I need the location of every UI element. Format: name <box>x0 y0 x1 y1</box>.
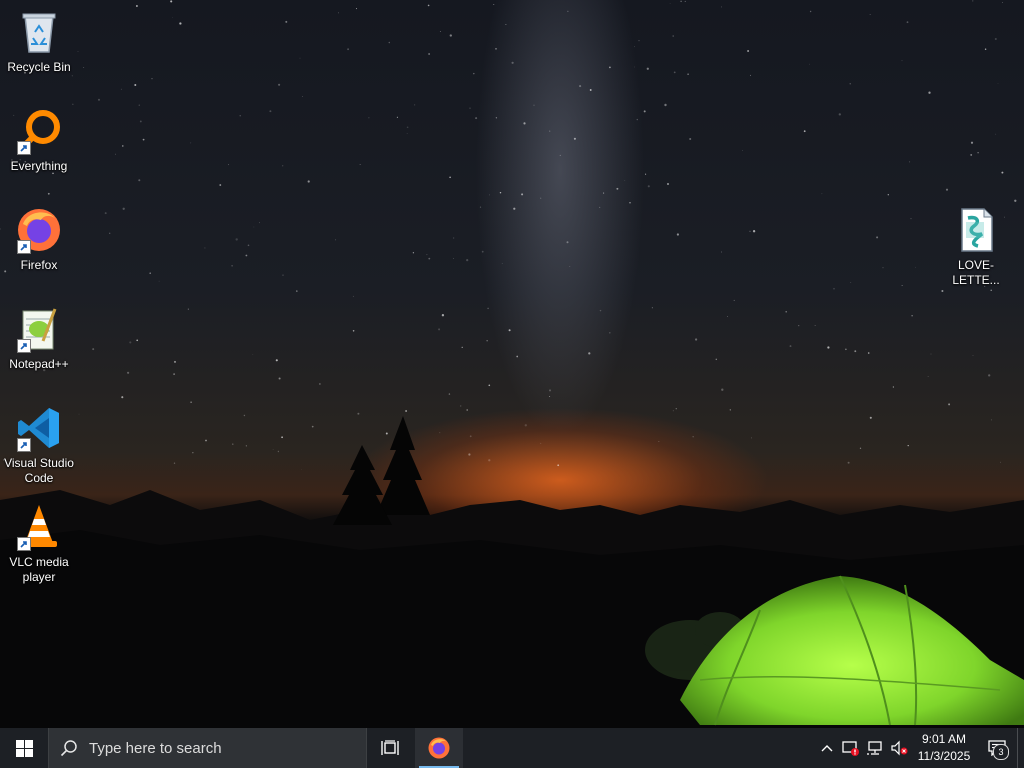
vlc-icon <box>15 503 63 551</box>
network-icon <box>867 741 882 755</box>
firefox-icon <box>15 206 63 254</box>
everything-label: Everything <box>10 159 68 173</box>
recycle-bin-label: Recycle Bin <box>7 60 71 74</box>
taskbar-search-box[interactable]: Type here to search <box>48 728 367 768</box>
show-desktop-button[interactable] <box>1017 728 1024 768</box>
vbs-script-icon <box>952 206 1000 254</box>
vscode-label: Visual Studio Code <box>4 456 74 485</box>
recycle-bin-icon <box>15 8 63 56</box>
desktop-icon-recycle-bin[interactable]: Recycle Bin <box>1 8 77 75</box>
notepad-plus-plus-label: Notepad++ <box>9 357 69 371</box>
notepad-plus-plus-icon <box>15 305 63 353</box>
firefox-icon <box>428 737 450 759</box>
shortcut-arrow-icon <box>17 438 31 452</box>
task-view-button[interactable] <box>367 728 415 768</box>
notification-count-badge: 3 <box>993 744 1009 760</box>
volume-tray-button[interactable] <box>887 728 911 768</box>
desktop-wallpaper <box>0 0 1024 728</box>
shortcut-arrow-icon <box>17 339 31 353</box>
desktop-icon-vlc[interactable]: VLC media player <box>1 503 77 585</box>
task-view-icon <box>381 740 399 755</box>
desktop-icon-everything[interactable]: Everything <box>1 107 77 174</box>
shortcut-arrow-icon <box>17 240 31 254</box>
search-placeholder: Type here to search <box>89 739 222 757</box>
security-tray-button[interactable] <box>839 728 863 768</box>
search-icon <box>49 739 89 757</box>
show-hidden-icons-button[interactable] <box>815 728 839 768</box>
desktop-icon-vscode[interactable]: Visual Studio Code <box>1 404 77 486</box>
windows-logo-icon <box>15 739 33 757</box>
system-tray: 9:01 AM 11/3/2025 3 <box>815 728 1024 768</box>
security-alert-icon <box>842 741 859 756</box>
taskbar-clock[interactable]: 9:01 AM 11/3/2025 <box>911 728 977 768</box>
network-tray-button[interactable] <box>863 728 887 768</box>
shortcut-arrow-icon <box>17 537 31 551</box>
firefox-label: Firefox <box>20 258 58 272</box>
clock-date: 11/3/2025 <box>917 749 971 763</box>
volume-muted-icon <box>891 740 908 756</box>
taskbar: Type here to search 9:01 AM 11/3/2025 3 <box>0 728 1024 768</box>
clock-time: 9:01 AM <box>921 732 967 746</box>
start-button[interactable] <box>0 728 48 768</box>
desktop-icon-notepad-plus-plus[interactable]: Notepad++ <box>1 305 77 372</box>
desktop-icon-firefox[interactable]: Firefox <box>1 206 77 273</box>
chevron-up-icon <box>821 745 833 752</box>
shortcut-arrow-icon <box>17 141 31 155</box>
everything-icon <box>15 107 63 155</box>
desktop-file-love-letter[interactable]: LOVE-LETTE... <box>936 206 1016 288</box>
vscode-icon <box>15 404 63 452</box>
vlc-label: VLC media player <box>9 555 69 584</box>
love-letter-label: LOVE-LETTE... <box>952 258 1000 287</box>
taskbar-firefox-button[interactable] <box>415 728 463 768</box>
action-center-button[interactable]: 3 <box>977 728 1017 768</box>
